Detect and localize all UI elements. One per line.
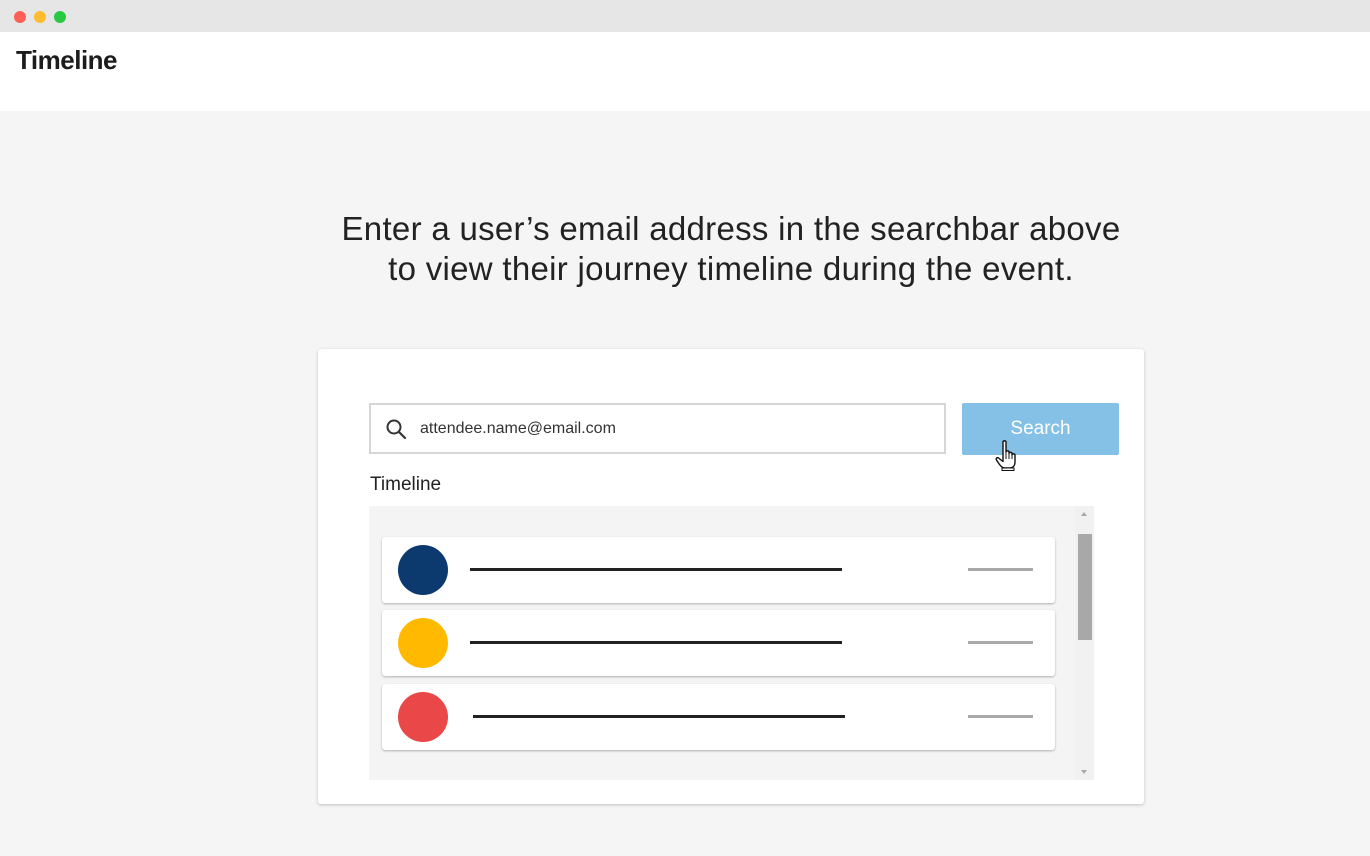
illustration-search-bar: attendee.name@email.com [369, 403, 946, 454]
page-title: Timeline [16, 45, 118, 75]
illustration-search-value: attendee.name@email.com [420, 420, 616, 437]
illustration-timeline-item [382, 537, 1055, 603]
placeholder-title-line [473, 715, 845, 718]
avatar [398, 692, 448, 742]
illustration-timeline-label: Timeline [370, 474, 442, 495]
empty-state-instruction: Enter a user’s email address in the sear… [285, 209, 1177, 289]
hand-pointer-icon [995, 440, 1016, 471]
avatar [398, 618, 448, 668]
search-icon [386, 419, 407, 440]
scrollbar-thumb [1078, 534, 1092, 640]
illustration-scrollbar [1075, 506, 1094, 780]
illustration-timeline-list [369, 506, 1075, 780]
window-titlebar [0, 0, 1370, 32]
timeline-illustration: attendee.name@email.com Search Timeline [318, 349, 1144, 804]
main-content: Enter a user’s email address in the sear… [0, 111, 1370, 856]
illustration-search-button: Search [962, 403, 1119, 455]
instruction-line-2: to view their journey timeline during th… [388, 250, 1074, 287]
placeholder-title-line [470, 641, 842, 644]
instruction-line-1: Enter a user’s email address in the sear… [341, 210, 1121, 247]
placeholder-meta-line [968, 715, 1033, 718]
placeholder-title-line [470, 568, 842, 571]
illustration-timeline-item [382, 684, 1055, 750]
avatar [398, 545, 448, 595]
close-window-button[interactable] [14, 11, 26, 23]
placeholder-meta-line [968, 641, 1033, 644]
page-header: Timeline [0, 32, 1370, 111]
scroll-down-arrow-icon [1081, 770, 1087, 774]
minimize-window-button[interactable] [34, 11, 46, 23]
scroll-up-arrow-icon [1081, 512, 1087, 516]
maximize-window-button[interactable] [54, 11, 66, 23]
placeholder-meta-line [968, 568, 1033, 571]
illustration-timeline-item [382, 610, 1055, 676]
